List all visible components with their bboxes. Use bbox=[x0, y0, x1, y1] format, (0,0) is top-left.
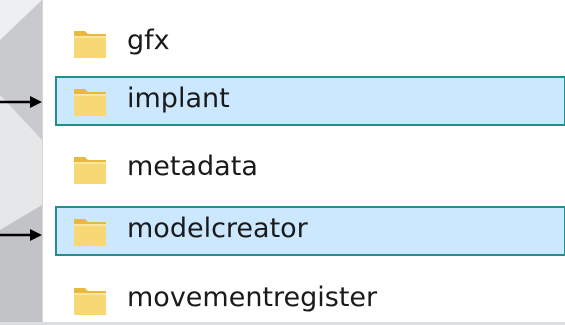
folder-icon bbox=[74, 89, 106, 116]
folder-item-metadata[interactable]: metadata bbox=[55, 144, 565, 194]
folder-item-movementregister[interactable]: movementregister bbox=[55, 275, 565, 325]
folder-item-modelcreator[interactable]: modelcreator bbox=[55, 206, 565, 256]
folder-icon bbox=[74, 31, 106, 58]
folder-name: implant bbox=[127, 83, 230, 114]
folder-name: modelcreator bbox=[127, 213, 308, 244]
file-list-panel: gfx implant metadata modelcreator moveme… bbox=[42, 0, 565, 322]
folder-item-implant[interactable]: implant bbox=[55, 76, 565, 126]
arrow-right-icon bbox=[0, 229, 42, 241]
folder-item-gfx[interactable]: gfx bbox=[55, 18, 565, 68]
folder-icon bbox=[74, 219, 106, 246]
arrow-right-icon bbox=[0, 96, 42, 108]
folder-icon bbox=[74, 157, 106, 184]
folder-icon bbox=[74, 288, 106, 315]
folder-name: gfx bbox=[127, 25, 170, 56]
folder-name: movementregister bbox=[127, 282, 378, 313]
folder-name: metadata bbox=[127, 151, 258, 182]
